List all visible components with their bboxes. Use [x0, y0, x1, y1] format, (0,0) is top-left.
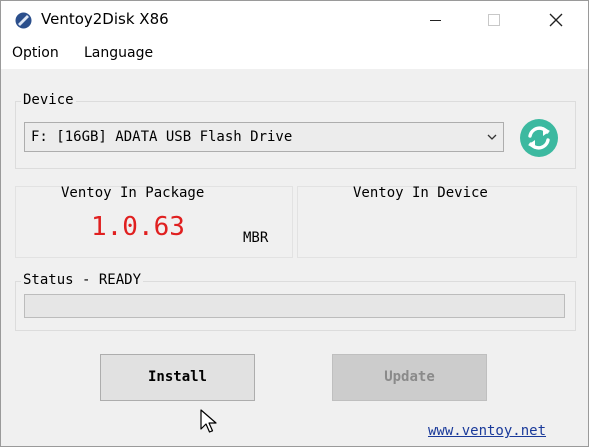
- ventoy-window: Ventoy2Disk X86 Option Language Device F…: [0, 0, 589, 447]
- chevron-down-icon: [487, 134, 497, 140]
- package-version: 1.0.63: [91, 212, 185, 242]
- device-group-label: Device: [21, 92, 76, 108]
- maximize-icon: [488, 14, 500, 26]
- ventoy-website-link[interactable]: www.ventoy.net: [428, 423, 546, 439]
- menu-bar: Option Language: [1, 39, 588, 69]
- update-button[interactable]: Update: [332, 354, 487, 401]
- menu-language[interactable]: Language: [84, 45, 153, 61]
- close-button[interactable]: [532, 1, 578, 39]
- device-select[interactable]: F: [16GB] ADATA USB Flash Drive: [24, 122, 504, 152]
- minimize-button[interactable]: [413, 1, 459, 39]
- device-version-group-label: Ventoy In Device: [353, 185, 488, 201]
- status-label: Status - READY: [21, 272, 144, 288]
- mouse-cursor-icon: [200, 409, 217, 433]
- minimize-icon: [430, 20, 441, 21]
- title-bar[interactable]: Ventoy2Disk X86: [1, 1, 588, 39]
- window-title: Ventoy2Disk X86: [41, 10, 169, 28]
- package-group-label: Ventoy In Package: [61, 185, 205, 201]
- device-select-value: F: [16GB] ADATA USB Flash Drive: [31, 129, 293, 145]
- maximize-button[interactable]: [471, 1, 517, 39]
- ventoy-app-icon: [15, 12, 32, 29]
- install-button[interactable]: Install: [100, 354, 255, 401]
- close-icon: [549, 13, 563, 27]
- package-partition-style: MBR: [243, 230, 269, 246]
- menu-option[interactable]: Option: [12, 45, 59, 61]
- refresh-icon[interactable]: [519, 118, 559, 158]
- progress-bar: [24, 294, 565, 318]
